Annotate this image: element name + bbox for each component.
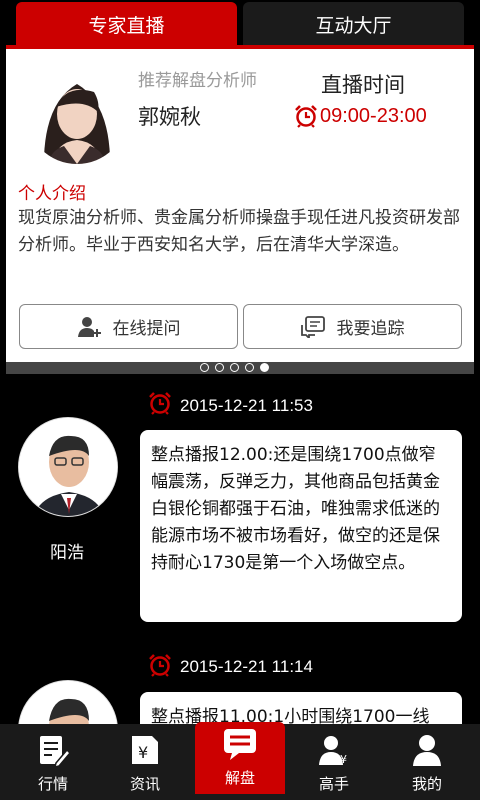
analyst-avatar <box>26 62 128 164</box>
tab-interactive-hall[interactable]: 互动大厅 <box>243 2 464 46</box>
alarm-clock-icon <box>149 654 171 677</box>
nav-market[interactable]: 行情 <box>8 724 98 800</box>
news-icon: ¥ <box>132 736 158 764</box>
track-button[interactable]: 我要追踪 <box>243 304 462 349</box>
expert-icon: ¥ <box>319 736 347 766</box>
analyst-name: 郭婉秋 <box>138 105 201 129</box>
intro-text: 现货原油分析师、贵金属分析师操盘手现任进凡投资研发部分析师。毕业于西安知名大学，… <box>18 208 460 255</box>
nav-market-label: 行情 <box>37 775 68 793</box>
intro-title: 个人介绍 <box>18 184 86 204</box>
nav-profile[interactable]: 我的 <box>382 724 472 800</box>
nav-analysis[interactable]: 解盘 <box>195 722 285 794</box>
ask-user-icon <box>77 316 101 337</box>
feed-timestamp: 2015-12-21 11:14 <box>180 657 313 676</box>
comment-icon <box>300 315 325 338</box>
bottom-nav: 行情 ¥ 资讯 解盘 ¥ 高手 我的 <box>0 722 480 800</box>
pager-dot[interactable] <box>200 363 209 372</box>
pager-dots <box>200 363 269 372</box>
author-avatar[interactable] <box>18 417 118 517</box>
feed-message: 整点播报12.00:还是围绕1700点做窄幅震荡，反弹乏力，其他商品包括黄金白银… <box>140 430 462 622</box>
ask-online-label: 在线提问 <box>112 319 181 339</box>
nav-profile-label: 我的 <box>411 775 442 793</box>
analyst-subtitle: 推荐解盘分析师 <box>138 71 257 91</box>
top-tabs: 专家直播 互动大厅 <box>0 0 480 49</box>
tab-expert-live[interactable]: 专家直播 <box>16 2 237 46</box>
market-icon <box>40 736 70 767</box>
nav-expert-label: 高手 <box>318 775 349 793</box>
alarm-clock-icon <box>295 105 317 128</box>
svg-text:¥: ¥ <box>138 743 148 762</box>
alarm-clock-icon <box>149 392 171 415</box>
pager-dot[interactable] <box>215 363 224 372</box>
pager-dot[interactable] <box>230 363 239 372</box>
ask-online-button[interactable]: 在线提问 <box>19 304 238 349</box>
nav-analysis-label: 解盘 <box>224 769 255 787</box>
svg-text:¥: ¥ <box>340 753 347 766</box>
pager-dot[interactable] <box>245 363 254 372</box>
track-label: 我要追踪 <box>336 319 405 339</box>
profile-icon <box>413 735 441 766</box>
pager-dot-active[interactable] <box>260 363 269 372</box>
live-time-title: 直播时间 <box>321 73 405 97</box>
analysis-icon <box>224 729 256 760</box>
feed-timestamp: 2015-12-21 11:53 <box>180 396 313 415</box>
nav-news-label: 资讯 <box>129 775 160 793</box>
live-time-value: 09:00-23:00 <box>320 105 427 127</box>
nav-expert[interactable]: ¥ 高手 <box>289 724 379 800</box>
nav-news[interactable]: ¥ 资讯 <box>100 724 190 800</box>
author-name: 阳浩 <box>50 543 84 563</box>
analyst-card[interactable]: 推荐解盘分析师 郭婉秋 直播时间 09:00-23:00 个人介绍 现货原油分析… <box>6 49 474 362</box>
